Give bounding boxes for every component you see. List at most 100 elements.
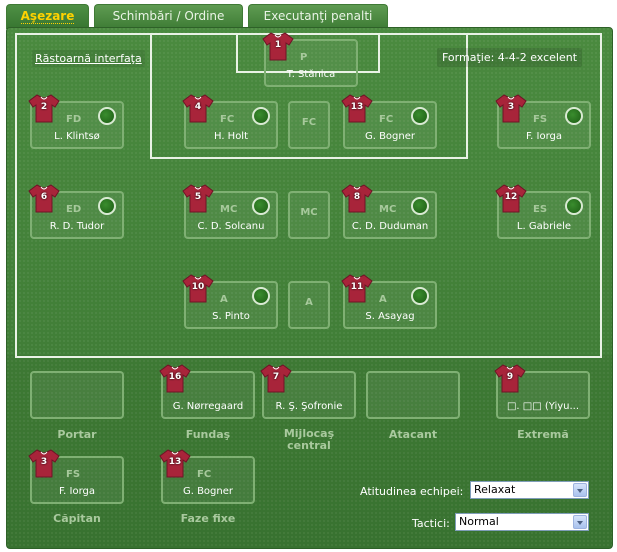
position-code: FC (197, 469, 212, 480)
attitude-label: Atitudinea echipei: (360, 485, 464, 498)
player-name: F. Iorga (526, 131, 562, 142)
bench-slot-sub-ext[interactable]: 9 □. □□ (Yiyu... (494, 364, 590, 419)
bench-slot-sub-def[interactable]: 16 G. Nørregaard (159, 364, 255, 419)
player-slot-cd-empty[interactable]: FC (288, 101, 330, 149)
player-slot-gk[interactable]: 1 P T. Stănica (262, 32, 358, 87)
player-slot-ld[interactable]: 3 FS F. Iorga (495, 94, 591, 149)
shirt-number: 4 (194, 102, 202, 112)
status-indicator-icon (252, 287, 270, 305)
position-code: MC (379, 204, 397, 215)
player-slot-cm2[interactable]: 8 MC C. D. Duduman (341, 184, 437, 239)
bench-label-sub-att: Atacant (388, 428, 438, 441)
position-code: MC (220, 204, 238, 215)
player-name: H. Holt (213, 131, 249, 142)
position-code: A (379, 294, 387, 305)
shirt-icon: 11 (341, 273, 373, 303)
position-code: A (305, 297, 313, 308)
position-code: MC (300, 207, 318, 218)
player-slot-cm1[interactable]: 5 MC C. D. Solcanu (182, 184, 278, 239)
shirt-icon: 5 (182, 183, 214, 213)
position-code: FC (220, 114, 235, 125)
position-code: FC (301, 117, 317, 128)
bench-slot-sub-att[interactable] (366, 371, 460, 419)
position-code: ES (533, 204, 548, 215)
shirt-number: 7 (272, 372, 280, 382)
player-name: G. Bogner (364, 131, 416, 142)
shirt-number: 13 (168, 457, 182, 467)
player-name: R. D. Tudor (49, 221, 105, 232)
shirt-icon: 8 (341, 183, 373, 213)
position-code: ED (66, 204, 82, 215)
tab-substitutions[interactable]: Schimbări / Ordine (94, 4, 243, 28)
player-slot-cd1[interactable]: 4 FC H. Holt (182, 94, 278, 149)
shirt-number: 11 (350, 282, 364, 292)
status-indicator-icon (252, 197, 270, 215)
player-slot-rm[interactable]: 6 ED R. D. Tudor (28, 184, 124, 239)
tab-penalty-takers[interactable]: Executanţi penalti (248, 4, 388, 28)
shirt-icon: 3 (495, 93, 527, 123)
shirt-icon: 3 (28, 448, 60, 478)
shirt-number: 10 (191, 282, 205, 292)
shirt-icon: 6 (28, 183, 60, 213)
player-name: □. □□ (Yiyu... (506, 401, 580, 412)
player-name: G. Bogner (182, 486, 234, 497)
player-slot-fw-empty[interactable]: A (288, 281, 330, 329)
captain-slot[interactable]: 3 FS F. Iorga (28, 449, 124, 504)
player-name: C. D. Solcanu (197, 221, 265, 232)
bench-slot-sub-gk[interactable] (30, 371, 124, 419)
position-code: FC (379, 114, 394, 125)
player-name: S. Asayag (365, 311, 415, 322)
set-pieces-slot[interactable]: 13 FC G. Bogner (159, 449, 255, 504)
chevron-down-icon (573, 483, 587, 497)
status-indicator-icon (252, 107, 270, 125)
shirt-number: 3 (40, 457, 48, 467)
captain-label: Căpitan (53, 512, 101, 525)
set-pieces-label: Faze fixe (180, 512, 236, 525)
shirt-icon: 10 (182, 273, 214, 303)
shirt-number: 6 (40, 192, 48, 202)
player-slot-fw2[interactable]: 11 A S. Asayag (341, 274, 437, 329)
bench-slot-sub-mid[interactable]: 7 R. Ş. Şofronie (260, 364, 356, 419)
status-indicator-icon (411, 287, 429, 305)
formation-indicator: Formaţie: 4-4-2 excelent (437, 48, 583, 67)
flip-interface-link[interactable]: Răstoarnă interfaţa (32, 50, 145, 67)
bench-label-sub-gk: Portar (57, 428, 97, 441)
status-indicator-icon (411, 107, 429, 125)
tactics-value: Normal (459, 515, 499, 528)
position-code: FS (66, 469, 81, 480)
tactics-label: Tactici: (412, 517, 450, 530)
halfway-line (15, 356, 602, 358)
shirt-number: 16 (168, 372, 182, 382)
shirt-icon: 12 (495, 183, 527, 213)
status-indicator-icon (411, 197, 429, 215)
shirt-number: 1 (274, 40, 282, 50)
shirt-number: 9 (506, 372, 514, 382)
player-slot-cm-empty[interactable]: MC (288, 191, 330, 239)
status-indicator-icon (565, 107, 583, 125)
status-indicator-icon (98, 197, 116, 215)
position-code: FD (66, 114, 82, 125)
attitude-value: Relaxat (474, 483, 516, 496)
shirt-icon: 2 (28, 93, 60, 123)
player-slot-lm[interactable]: 12 ES L. Gabriele (495, 184, 591, 239)
bench-label-sub-ext: Extremă (517, 428, 569, 441)
shirt-icon: 13 (159, 448, 191, 478)
player-name: R. Ş. Şofronie (275, 401, 343, 412)
shirt-number: 5 (194, 192, 202, 202)
tactics-select[interactable]: Normal (455, 513, 589, 531)
attitude-select[interactable]: Relaxat (470, 481, 589, 499)
player-name: S. Pinto (212, 311, 250, 322)
position-code: P (300, 52, 308, 63)
shirt-number: 13 (350, 102, 364, 112)
player-name: T. Stănica (286, 69, 336, 80)
player-name: F. Iorga (59, 486, 95, 497)
player-name: L. Gabriele (516, 221, 572, 232)
position-code: FS (533, 114, 548, 125)
player-slot-fw1[interactable]: 10 A S. Pinto (182, 274, 278, 329)
tab-lineup[interactable]: Aşezare (6, 4, 89, 29)
bench-label-sub-def: Fundaş (185, 428, 231, 441)
player-slot-rd[interactable]: 2 FD L. Klintsø (28, 94, 124, 149)
player-slot-cd2[interactable]: 13 FC G. Bogner (341, 94, 437, 149)
player-name: C. D. Duduman (351, 221, 429, 232)
shirt-icon: 13 (341, 93, 373, 123)
